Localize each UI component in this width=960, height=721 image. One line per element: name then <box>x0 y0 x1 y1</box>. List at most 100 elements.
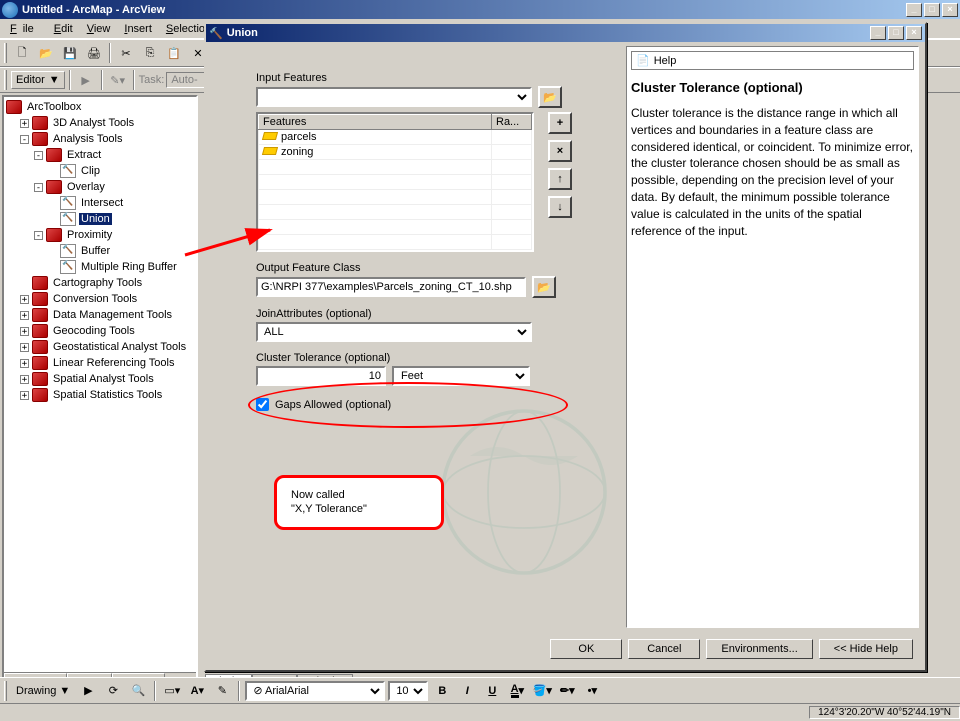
tree-item-spatial-statistics-tools[interactable]: +Spatial Statistics Tools <box>6 387 194 403</box>
menu-view[interactable]: View <box>81 21 117 37</box>
italic-button[interactable]: I <box>456 680 478 702</box>
window-titlebar: Untitled - ArcMap - ArcView _ □ × <box>0 0 960 19</box>
browse-input-button[interactable]: 📂 <box>538 86 562 108</box>
gaps-checkbox[interactable] <box>256 398 269 411</box>
features-table[interactable]: Features Ra... parcels zoning <box>256 112 534 252</box>
save-button[interactable]: 💾 <box>59 42 81 64</box>
browse-output-button[interactable]: 📂 <box>532 276 556 298</box>
font-select[interactable]: ⊘ ArialArial <box>245 681 385 701</box>
menu-insert[interactable]: Insert <box>118 21 158 37</box>
minimize-button[interactable]: _ <box>906 3 922 17</box>
tree-item-conversion-tools[interactable]: +Conversion Tools <box>6 291 194 307</box>
zoom-button[interactable]: 🔍 <box>127 680 149 702</box>
marker-color-button[interactable]: •▾ <box>581 680 603 702</box>
expand-icon[interactable]: + <box>20 375 29 384</box>
input-features-select[interactable] <box>256 87 532 107</box>
tree-label: Clip <box>79 165 102 177</box>
bold-button[interactable]: B <box>431 680 453 702</box>
expand-icon[interactable]: + <box>20 327 29 336</box>
rectangle-tool[interactable]: ▭▾ <box>161 680 183 702</box>
table-row: parcels <box>259 130 532 145</box>
menu-file[interactable]: File <box>4 21 46 37</box>
tree-item-extract[interactable]: -Extract <box>6 147 194 163</box>
edit-arrow-button[interactable]: ▶ <box>75 69 97 91</box>
tree-item-spatial-analyst-tools[interactable]: +Spatial Analyst Tools <box>6 371 194 387</box>
output-path-input[interactable] <box>256 277 526 297</box>
tree-item-buffer[interactable]: Buffer <box>6 243 194 259</box>
add-feature-button[interactable]: + <box>548 112 572 134</box>
maximize-button[interactable]: □ <box>924 3 940 17</box>
features-col-header[interactable]: Features <box>259 115 492 130</box>
expand-icon[interactable]: + <box>20 119 29 128</box>
cluster-label: Cluster Tolerance (optional) <box>256 352 612 364</box>
tree-item-clip[interactable]: Clip <box>6 163 194 179</box>
dialog-form: Input Features 📂 Features Ra... parcels … <box>206 42 624 632</box>
select-elements-button[interactable]: ▶ <box>77 680 99 702</box>
cluster-value-input[interactable] <box>256 366 386 386</box>
expand-icon[interactable]: - <box>20 135 29 144</box>
font-color-button[interactable]: A▾ <box>506 680 528 702</box>
print-button[interactable]: 🖨 <box>83 42 105 64</box>
gaps-label: Gaps Allowed (optional) <box>275 399 391 411</box>
tree-item-geostatistical-analyst-tools[interactable]: +Geostatistical Analyst Tools <box>6 339 194 355</box>
close-button[interactable]: × <box>942 3 958 17</box>
editor-dropdown[interactable]: Editor ▼ <box>11 71 65 89</box>
help-title: Cluster Tolerance (optional) <box>631 80 914 95</box>
cut-button[interactable]: ✂ <box>115 42 137 64</box>
tree-item-proximity[interactable]: - Proximity <box>6 227 194 243</box>
copy-button[interactable]: ⎘ <box>139 42 161 64</box>
sketch-tool[interactable]: ✎▾ <box>107 69 129 91</box>
help-icon: 📄 <box>636 54 650 67</box>
open-button[interactable]: 📂 <box>35 42 57 64</box>
help-panel: 📄 Help Cluster Tolerance (optional) Clus… <box>626 46 919 628</box>
dialog-titlebar[interactable]: 🔨 Union _ □ × <box>206 24 925 42</box>
paste-button[interactable]: 📋 <box>163 42 185 64</box>
expand-icon[interactable]: + <box>20 343 29 352</box>
remove-feature-button[interactable]: × <box>548 140 572 162</box>
script-icon <box>60 164 76 178</box>
dialog-maximize[interactable]: □ <box>888 26 904 40</box>
menu-edit[interactable]: Edit <box>48 21 79 37</box>
hide-help-button[interactable]: << Hide Help <box>819 639 913 659</box>
tree-label: Proximity <box>65 229 114 241</box>
line-color-button[interactable]: ✏▾ <box>556 680 578 702</box>
expand-icon[interactable]: + <box>20 359 29 368</box>
tree-item-cartography-tools[interactable]: Cartography Tools <box>6 275 194 291</box>
move-up-button[interactable]: ↑ <box>548 168 572 190</box>
tree-item-overlay[interactable]: -Overlay <box>6 179 194 195</box>
tree-item-geocoding-tools[interactable]: +Geocoding Tools <box>6 323 194 339</box>
tree-item-analysis-tools[interactable]: -Analysis Tools <box>6 131 194 147</box>
join-select[interactable]: ALL <box>256 322 532 342</box>
cluster-unit-select[interactable]: Feet <box>392 366 530 386</box>
help-header-label: Help <box>654 55 677 67</box>
ok-button[interactable]: OK <box>550 639 622 659</box>
dialog-close[interactable]: × <box>906 26 922 40</box>
rotate-button[interactable]: ⟳ <box>102 680 124 702</box>
expand-icon[interactable]: + <box>20 391 29 400</box>
table-row: zoning <box>259 145 532 160</box>
tree-item-multiple-ring-buffer[interactable]: Multiple Ring Buffer <box>6 259 194 275</box>
toolbox-root[interactable]: ArcToolbox <box>6 99 194 115</box>
fill-color-button[interactable]: 🪣▾ <box>531 680 553 702</box>
tree-item-3d-analyst-tools[interactable]: +3D Analyst Tools <box>6 115 194 131</box>
underline-button[interactable]: U <box>481 680 503 702</box>
expand-icon[interactable]: - <box>34 183 43 192</box>
expand-icon[interactable]: + <box>20 295 29 304</box>
expand-icon[interactable]: - <box>34 151 43 160</box>
tree-item-union[interactable]: Union <box>6 211 194 227</box>
dialog-minimize[interactable]: _ <box>870 26 886 40</box>
environments-button[interactable]: Environments... <box>706 639 812 659</box>
expand-icon[interactable]: + <box>20 311 29 320</box>
tree-item-intersect[interactable]: Intersect <box>6 195 194 211</box>
tree-item-linear-referencing-tools[interactable]: +Linear Referencing Tools <box>6 355 194 371</box>
cancel-button[interactable]: Cancel <box>628 639 700 659</box>
new-button[interactable]: 🗋 <box>11 42 33 64</box>
text-tool[interactable]: A▾ <box>186 680 208 702</box>
tree-item-data-management-tools[interactable]: +Data Management Tools <box>6 307 194 323</box>
size-select[interactable]: 10 <box>388 681 428 701</box>
drawing-menu[interactable]: Drawing ▼ <box>12 683 74 699</box>
expand-icon[interactable]: - <box>34 231 43 240</box>
edit-vertices-button[interactable]: ✎ <box>211 680 233 702</box>
ranks-col-header[interactable]: Ra... <box>492 115 532 130</box>
move-down-button[interactable]: ↓ <box>548 196 572 218</box>
